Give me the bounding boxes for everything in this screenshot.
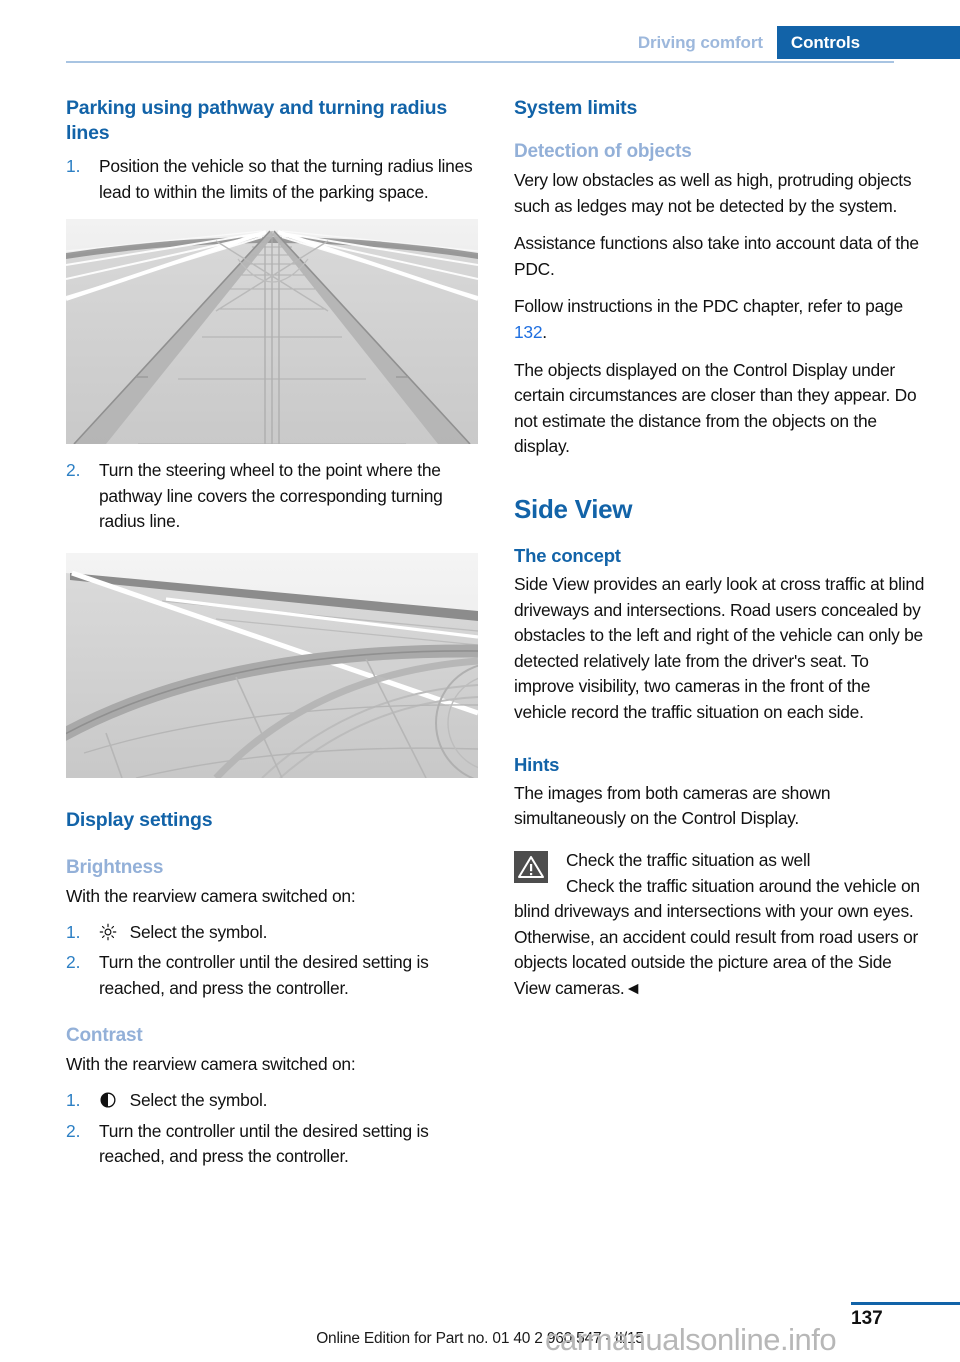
heading-system-limits: System limits xyxy=(514,97,638,119)
list-item: 2. Turn the steering wheel to the point … xyxy=(66,458,478,535)
heading-parking-using-pathway: Parking using pathway and turning radius… xyxy=(66,97,447,144)
list-item: 2. Turn the controller until the desired… xyxy=(66,1119,478,1170)
rearview-camera-pathway-lines-image xyxy=(66,219,478,445)
footer-edition-text: Online Edition for Part no. 01 40 2 960 … xyxy=(316,1330,644,1347)
breadcrumb: Driving comfort Controls xyxy=(623,26,960,59)
list-item: 1. Position the vehicle so that the turn… xyxy=(66,154,478,205)
step-number: 2. xyxy=(66,1120,81,1141)
warning-triangle-icon xyxy=(514,850,548,883)
page-number: 137 xyxy=(851,1308,883,1329)
parking-steps-list: 1. Position the vehicle so that the turn… xyxy=(66,154,478,205)
detection-paragraph-2: Assistance functions also take into acco… xyxy=(514,233,919,279)
subheading-detection-of-objects: Detection of objects xyxy=(514,141,692,162)
step-text: Turn the controller until the desired se… xyxy=(99,1120,429,1167)
manual-page: Driving comfort Controls Parking using p… xyxy=(0,0,960,1362)
pdc-reference-text-after: . xyxy=(542,321,547,342)
breadcrumb-section: Controls xyxy=(776,26,960,59)
header-divider xyxy=(66,61,894,63)
step-text: Select the symbol. xyxy=(129,921,268,942)
list-item: 1. Select the symbol. xyxy=(66,920,478,949)
breadcrumb-chapter: Driving comfort xyxy=(623,26,777,59)
list-item: 2. Turn the controller until the desired… xyxy=(66,950,478,1001)
parking-steps-list-2: 2. Turn the steering wheel to the point … xyxy=(66,458,478,535)
detection-paragraph-1: Very low obstacles as well as high, prot… xyxy=(514,170,912,216)
page-header: Driving comfort Controls xyxy=(0,0,960,63)
step-text: Turn the steering wheel to the point whe… xyxy=(99,460,443,532)
step-number: 2. xyxy=(66,952,81,973)
page-reference-link[interactable]: 132 xyxy=(514,322,543,342)
hints-paragraph: The images from both cameras are shown s… xyxy=(514,782,831,829)
contrast-steps-list: 1. Select the symbol. 2. Turn the contro… xyxy=(66,1088,478,1170)
rearview-camera-turning-radius-image xyxy=(66,552,478,778)
subheading-brightness: Brightness xyxy=(66,856,164,878)
heading-display-settings: Display settings xyxy=(66,808,213,831)
heading-side-view: Side View xyxy=(514,493,633,524)
concept-paragraph: Side View provides an early look at cros… xyxy=(514,573,925,722)
subheading-the-concept: The concept xyxy=(514,544,621,566)
step-number: 1. xyxy=(66,1089,81,1110)
list-item: 1. Select the symbol. xyxy=(66,1088,478,1117)
pdc-reference-text-before: Follow instructions in the PDC chapter, … xyxy=(514,296,903,317)
contrast-intro-text: With the rearview camera switched on: xyxy=(66,1054,356,1075)
pdc-reference-paragraph: Follow instructions in the PDC chapter, … xyxy=(514,294,926,345)
warning-block: Check the traffic situation as well Chec… xyxy=(514,848,926,1002)
brightness-intro-text: With the rearview camera switched on: xyxy=(66,885,356,906)
step-text: Position the vehicle so that the turning… xyxy=(99,156,473,202)
brightness-steps-list: 1. Select the symbol. 2. Turn the contro… xyxy=(66,920,478,1002)
subheading-hints: Hints xyxy=(514,753,560,775)
subheading-contrast: Contrast xyxy=(66,1025,143,1047)
warning-title: Check the traffic situation as well xyxy=(566,849,811,870)
contrast-half-circle-icon xyxy=(99,1091,125,1117)
step-text: Select the symbol. xyxy=(129,1089,268,1110)
warning-body-text: Check the traffic situation around the v… xyxy=(514,875,920,999)
footer-divider xyxy=(851,1302,960,1305)
step-text: Turn the controller until the desired se… xyxy=(99,952,429,998)
right-column: System limits Detection of objects Very … xyxy=(514,96,926,1002)
control-display-paragraph: The objects displayed on the Control Dis… xyxy=(514,359,917,457)
brightness-sun-icon xyxy=(99,923,125,949)
warning-body: Check the traffic situation around the v… xyxy=(514,874,926,1002)
step-number: 1. xyxy=(66,921,81,942)
step-number: 1. xyxy=(66,156,81,176)
step-number: 2. xyxy=(66,460,81,481)
left-column: Parking using pathway and turning radius… xyxy=(66,96,478,1170)
